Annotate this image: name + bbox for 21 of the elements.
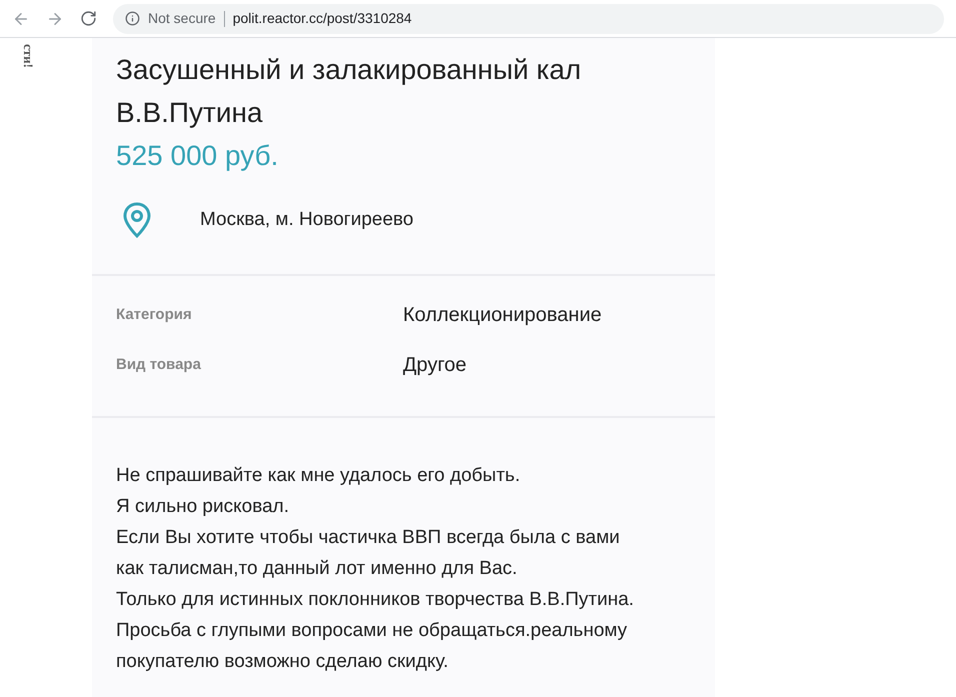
description-line: Не спрашивайте как мне удалось его добыть. [116, 464, 522, 488]
description-line: покупателю возможно сделаю скидку. [116, 650, 450, 674]
location-pin-icon [122, 202, 152, 238]
description-line: Я сильно рисковал. [116, 495, 290, 519]
info-icon[interactable] [125, 11, 140, 26]
description-line: Только для истинных поклонников творчества В.В.Путина. [116, 588, 635, 612]
description-line: Если Вы хотите чтобы частичка ВВП всегда была с вами [116, 526, 621, 550]
property-label: Вид товара [116, 354, 202, 375]
description-line: как талисман,то данный лот именно для Вас. [116, 557, 518, 581]
url-text: polit.reactor.cc/post/3310284 [232, 9, 412, 28]
side-text: сти! [20, 44, 37, 68]
property-label: Категория [116, 304, 193, 325]
listing-title: Засушенный и залакированный кал В.В.Путина [116, 53, 582, 130]
security-label: Not secure [148, 9, 216, 28]
address-bar[interactable]: Not secure polit.reactor.cc/post/3310284 [113, 4, 944, 34]
reload-icon[interactable] [80, 10, 97, 27]
property-value: Коллекционирование [403, 303, 602, 328]
description-line: Просьба с глупыми вопросами не обращаться.реальному [116, 619, 628, 643]
price: 525 000 руб. [116, 139, 280, 173]
property-value: Другое [403, 353, 467, 378]
location-text: Москва, м. Новогиреево [200, 208, 414, 232]
